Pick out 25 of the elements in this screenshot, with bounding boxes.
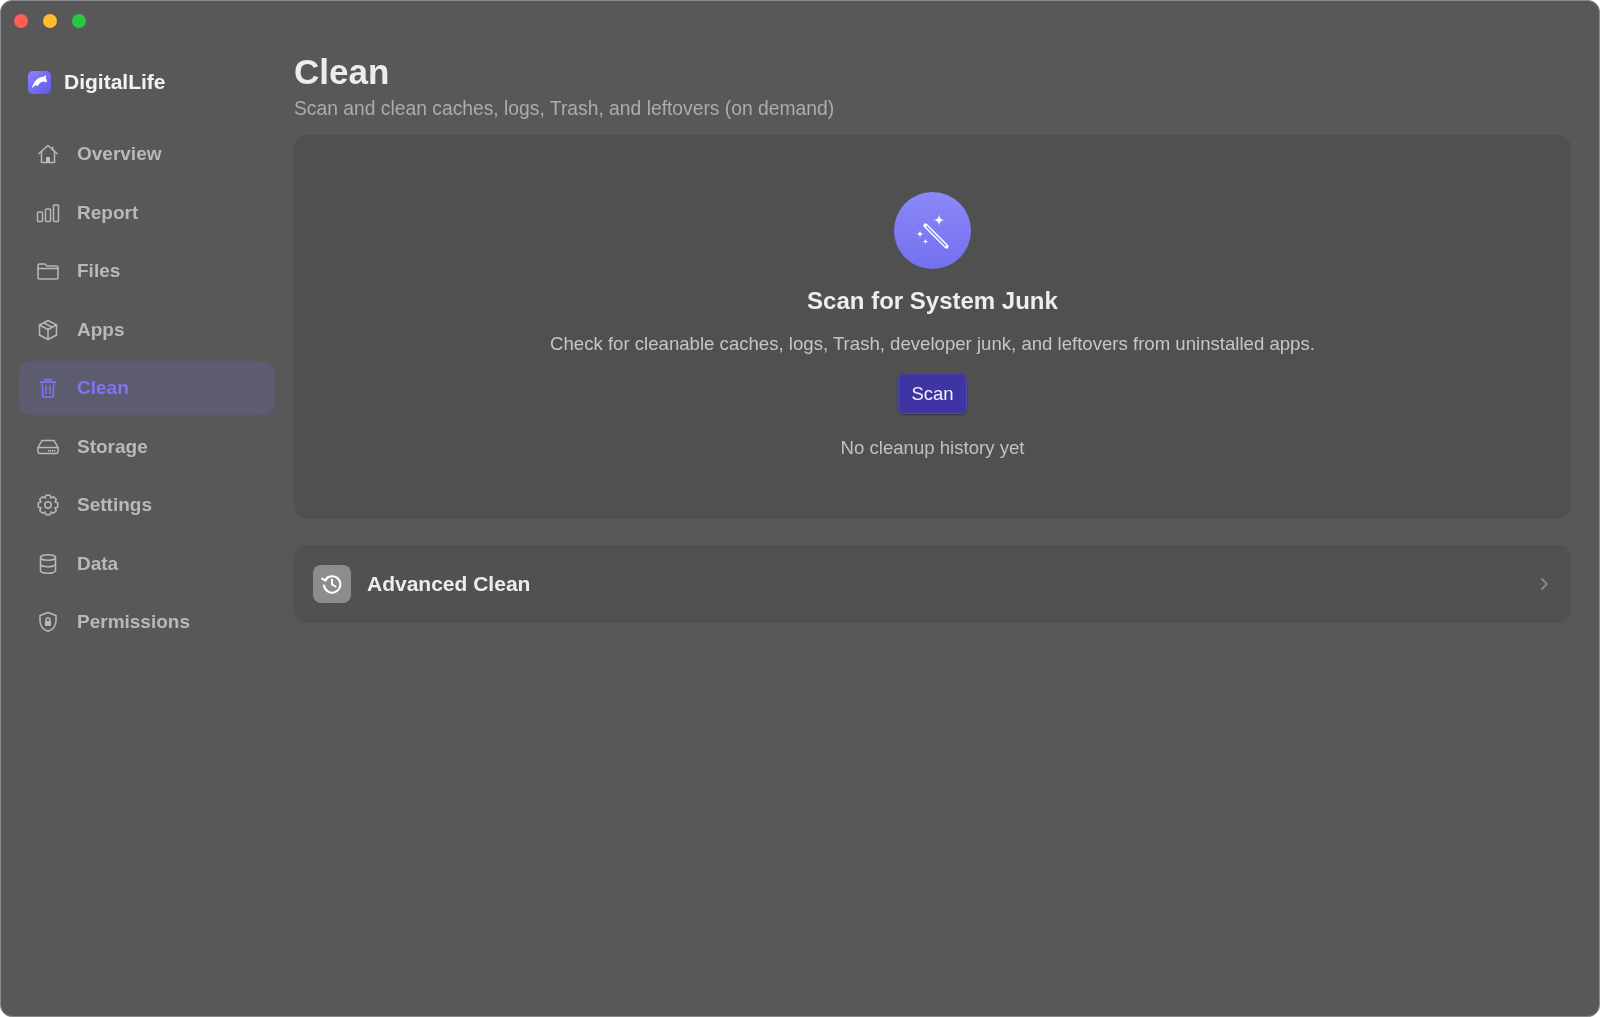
advanced-clean-row[interactable]: Advanced Clean xyxy=(294,545,1571,623)
app-name: DigitalLife xyxy=(64,69,166,95)
page-title: Clean xyxy=(294,51,391,93)
chevron-right-icon xyxy=(1540,577,1549,591)
history-note: No cleanup history yet xyxy=(840,437,1025,459)
app-logo-icon xyxy=(28,70,51,94)
magic-wand-icon xyxy=(894,192,971,269)
gear-icon xyxy=(35,493,61,517)
sidebar-item[interactable]: Report xyxy=(19,185,275,240)
minimize-button[interactable] xyxy=(43,14,57,28)
sidebar-item[interactable]: Permissions xyxy=(19,595,275,649)
sidebar-item[interactable]: Files xyxy=(19,244,275,298)
sidebar-item[interactable]: Apps xyxy=(19,302,275,357)
sidebar-item[interactable]: Overview xyxy=(19,127,275,181)
zoom-button[interactable] xyxy=(72,14,86,28)
page-subtitle: Scan and clean caches, logs, Trash, and leftovers (on demand) xyxy=(294,98,836,120)
history-icon xyxy=(313,565,351,603)
close-button[interactable] xyxy=(14,14,28,28)
scan-heading: Scan for System Junk xyxy=(807,287,1058,315)
scan-button[interactable]: Scan xyxy=(898,373,967,414)
sidebar-item[interactable]: Settings xyxy=(19,478,275,532)
sidebar-item[interactable]: Data xyxy=(19,536,275,591)
scan-description: Check for cleanable caches, logs, Trash, developer junk, and leftovers from uninstalled apps. xyxy=(550,333,1315,355)
sidebar-item[interactable]: Storage xyxy=(19,419,275,474)
house-icon xyxy=(35,142,61,166)
